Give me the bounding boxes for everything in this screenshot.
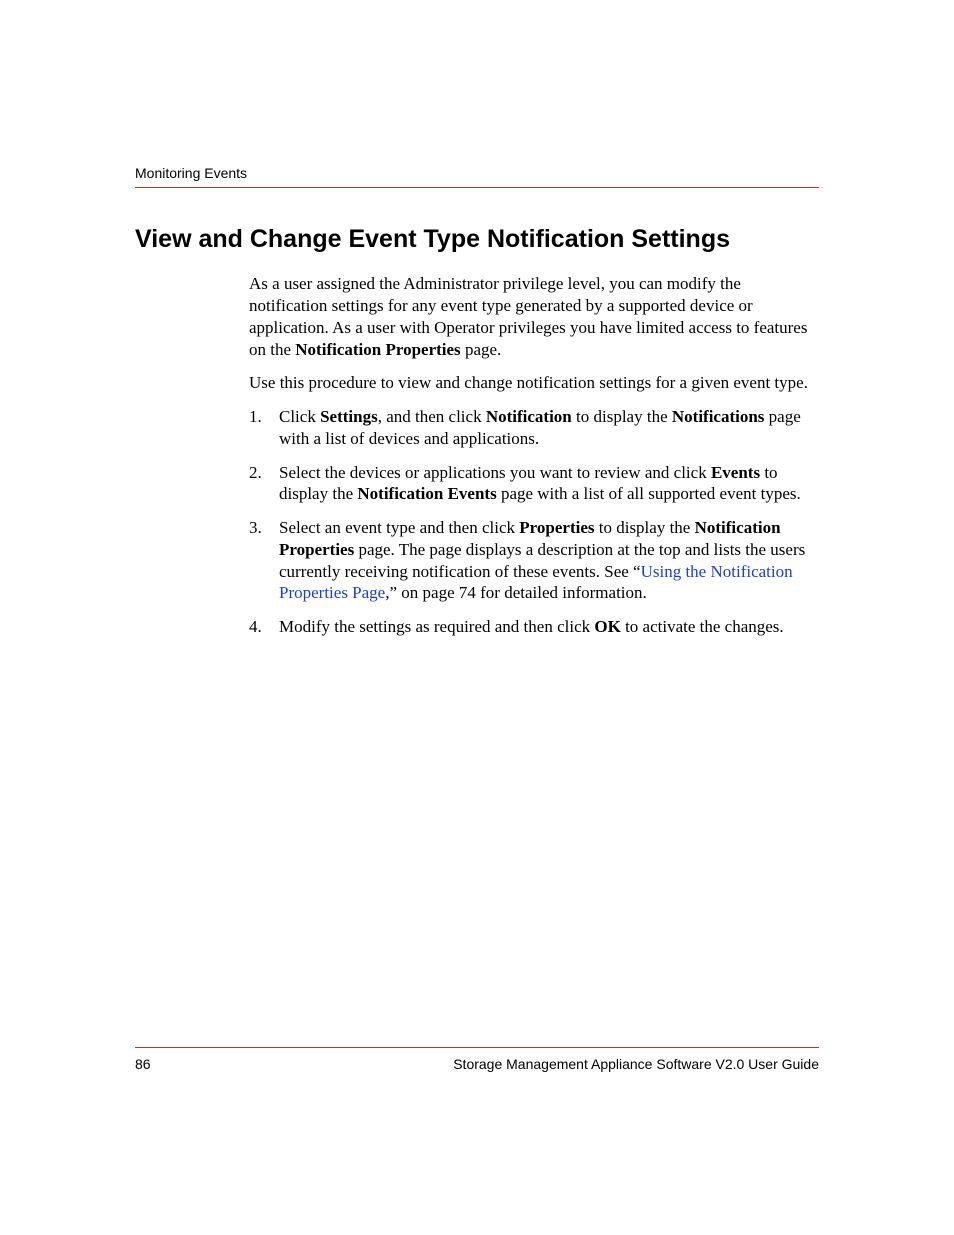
- footer-rule: [135, 1047, 819, 1048]
- text: to display the: [572, 407, 672, 426]
- bold-text: Properties: [519, 518, 594, 537]
- running-header: Monitoring Events: [135, 165, 819, 181]
- text: , and then click: [378, 407, 486, 426]
- text: Click: [279, 407, 320, 426]
- header-rule: [135, 187, 819, 188]
- bold-text: Notification Events: [357, 484, 496, 503]
- text: Modify the settings as required and then…: [279, 617, 594, 636]
- text: to display the: [595, 518, 695, 537]
- bold-text: Notification: [486, 407, 572, 426]
- document-title: Storage Management Appliance Software V2…: [453, 1056, 819, 1072]
- step-1: Click Settings, and then click Notificat…: [249, 406, 819, 450]
- intro-paragraph-1: As a user assigned the Administrator pri…: [249, 273, 819, 360]
- text: ,” on page 74 for detailed information.: [385, 583, 647, 602]
- page-footer: 86 Storage Management Appliance Software…: [135, 1047, 819, 1072]
- text: to activate the changes.: [621, 617, 784, 636]
- text: Select an event type and then click: [279, 518, 519, 537]
- text: Select the devices or applications you w…: [279, 463, 711, 482]
- step-2: Select the devices or applications you w…: [249, 462, 819, 506]
- text: page with a list of all supported event …: [497, 484, 801, 503]
- bold-text: Settings: [320, 407, 378, 426]
- steps-list: Click Settings, and then click Notificat…: [249, 406, 819, 638]
- text: page.: [461, 340, 502, 359]
- bold-text: Notification Properties: [295, 340, 460, 359]
- step-3: Select an event type and then click Prop…: [249, 517, 819, 604]
- intro-paragraph-2: Use this procedure to view and change no…: [249, 372, 819, 394]
- bold-text: Notifications: [672, 407, 765, 426]
- bold-text: OK: [594, 617, 620, 636]
- step-4: Modify the settings as required and then…: [249, 616, 819, 638]
- page-number: 86: [135, 1056, 151, 1072]
- bold-text: Events: [711, 463, 760, 482]
- section-heading: View and Change Event Type Notification …: [135, 224, 819, 255]
